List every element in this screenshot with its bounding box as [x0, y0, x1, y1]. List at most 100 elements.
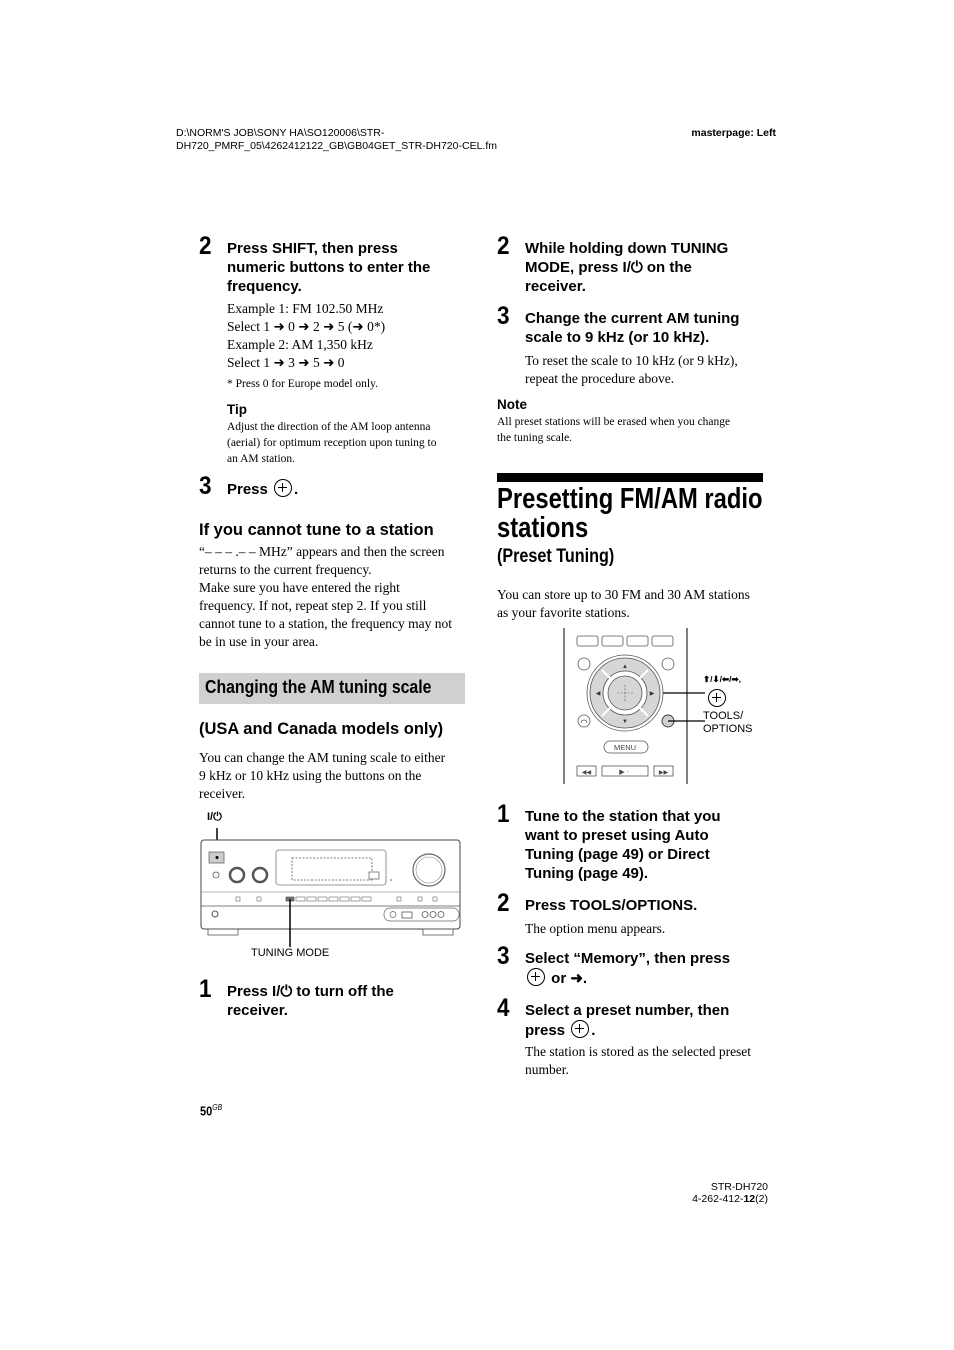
- receiver-front-panel-illustration: [200, 828, 461, 947]
- enter-icon: [571, 1020, 590, 1038]
- step-title-line: or ➜.: [525, 968, 730, 988]
- cannot-tune-line: frequency. If not, repeat step 2. If you…: [199, 598, 427, 613]
- section-rule: [497, 473, 763, 482]
- step-2-title-line: receiver.: [525, 278, 586, 295]
- arrow-buttons-label: ⬆/⬇/⬅/➡,: [703, 674, 741, 684]
- preset-step-1-title: Tune to the station that you want to pre…: [525, 807, 721, 883]
- step-number-3: 3: [497, 942, 510, 970]
- step-number-1: 1: [199, 975, 212, 1003]
- period-text: .: [591, 1022, 596, 1039]
- svg-text:▶ ·: ▶ ·: [619, 768, 628, 776]
- step-body-line: The station is stored as the selected pr…: [525, 1044, 752, 1059]
- step-2-title-line: numeric buttons to enter the: [227, 259, 431, 276]
- foot-left: [207, 928, 239, 936]
- step-title-line: want to preset using Auto: [525, 827, 709, 844]
- preset-intro: You can store up to 30 FM and 30 AM stat…: [497, 586, 750, 622]
- step-3-title-line: Change the current AM tuning: [525, 310, 740, 327]
- step-title-line: Tuning (page 49).: [525, 865, 649, 882]
- step-2-title-line: MODE, press I/⏻ on the: [525, 259, 692, 276]
- step-title-line: Select a preset number, then: [525, 1002, 730, 1019]
- preset-step-2-body: The option menu appears.: [525, 921, 666, 936]
- page-number-suffix: GB: [212, 1103, 223, 1112]
- section-heading: Changing the AM tuning scale: [205, 677, 432, 697]
- step-1-title-line: Press I/⏻ to turn off the: [227, 983, 394, 1000]
- cannot-tune-heading: If you cannot tune to a station: [199, 521, 434, 539]
- step-3-body-line: To reset the scale to 10 kHz (or 9 kHz),: [525, 353, 738, 368]
- example-line: Example 1: FM 102.50 MHz: [227, 301, 384, 316]
- step-1-title: Press I/⏻ to turn off the receiver.: [227, 982, 394, 1020]
- am-scale-intro: You can change the AM tuning scale to ei…: [199, 749, 445, 803]
- cannot-tune-text: “– – – .– – MHz” appears and then the sc…: [199, 543, 452, 651]
- code-prefix: 4-262-412-: [692, 1193, 744, 1205]
- file-path-line-2: DH720_PMRF_05\4262412122_GB\GB04GET_STR-…: [176, 140, 497, 152]
- svg-text:▼: ▼: [622, 719, 628, 725]
- color-button: [626, 635, 649, 647]
- cannot-tune-line: Make sure you have entered the right: [199, 580, 400, 595]
- masterpage-label: masterpage: Left: [691, 127, 776, 139]
- color-button: [601, 635, 624, 647]
- step-2-title-line: While holding down TUNING: [525, 240, 729, 257]
- or-text: or: [551, 970, 567, 987]
- page-subtitle: (Preset Tuning): [497, 546, 615, 567]
- step-title-line: Tuning (page 49) or Direct: [525, 846, 710, 863]
- step-number-4: 4: [497, 994, 510, 1022]
- enter-icon: [708, 689, 726, 707]
- page-number: 50GB: [200, 1103, 222, 1118]
- preset-step-3-title: Select “Memory”, then press or ➜.: [525, 949, 730, 988]
- step-3-prefix: Press: [227, 481, 268, 498]
- step-number-3: 3: [199, 472, 212, 500]
- page-number-value: 50: [200, 1103, 213, 1119]
- step-3-title: Change the current AM tuning scale to 9 …: [525, 309, 739, 347]
- svg-text:▶: ▶: [650, 691, 655, 697]
- enter-icon: [527, 968, 545, 986]
- section-heading-bar: Changing the AM tuning scale: [199, 673, 465, 704]
- step-number-1: 1: [497, 800, 510, 828]
- press-text: press: [525, 1022, 566, 1039]
- models-note: (USA and Canada models only): [199, 720, 444, 738]
- intro-line: as your favorite stations.: [497, 605, 630, 620]
- svg-text:◀◀: ◀◀: [582, 770, 592, 776]
- preset-step-4-body: The station is stored as the selected pr…: [525, 1043, 751, 1079]
- example-line: Select 1 ➜ 3 ➜ 5 ➜ 0: [227, 355, 345, 370]
- step-3-suffix: .: [294, 481, 299, 498]
- note-line: All preset stations will be erased when …: [497, 416, 731, 428]
- intro-line: 9 kHz or 10 kHz using the buttons on the: [199, 768, 422, 783]
- step-3-title: Press .: [227, 479, 298, 499]
- tools-label-line: TOOLS/: [703, 710, 744, 722]
- tools-label-line: OPTIONS: [703, 723, 753, 735]
- example-line: Select 1 ➜ 0 ➜ 2 ➜ 5 (➜ 0*): [227, 319, 386, 334]
- step-title-line: press .: [525, 1020, 729, 1040]
- tip-line: (aerial) for optimum reception upon tuni…: [227, 437, 437, 449]
- tip-line: Adjust the direction of the AM loop ante…: [227, 421, 431, 433]
- tools-options-label: TOOLS/ OPTIONS: [703, 710, 753, 736]
- example-line: Example 2: AM 1,350 kHz: [227, 337, 373, 352]
- note-label: Note: [497, 397, 527, 412]
- step-number-2: 2: [199, 232, 212, 260]
- tip-text: Adjust the direction of the AM loop ante…: [227, 419, 437, 467]
- document-code: 4-262-412-12(2): [692, 1193, 768, 1205]
- code-bold: 12: [743, 1193, 756, 1205]
- intro-line: receiver.: [199, 786, 246, 801]
- step-1-title-line: receiver.: [227, 1002, 288, 1019]
- step-number-2: 2: [497, 889, 510, 917]
- file-path-header: D:\NORM'S JOB\SONY HA\SO120006\STR- DH72…: [176, 127, 497, 153]
- remote-control-illustration: ▲ ▼ ◀ ▶ ◀◀ ▶ · ▶▶: [563, 628, 705, 784]
- preset-step-4-title: Select a preset number, then press .: [525, 1001, 729, 1040]
- svg-text:◀: ◀: [596, 691, 601, 697]
- europe-footnote: * Press 0 for Europe model only.: [227, 378, 378, 390]
- model-number: STR-DH720: [710, 1181, 768, 1193]
- cannot-tune-line: “– – – .– – MHz” appears and then the sc…: [199, 544, 445, 559]
- cannot-tune-line: cannot tune to a station, the frequency …: [199, 616, 453, 631]
- cannot-tune-line: returns to the current frequency.: [199, 562, 372, 577]
- foot-right: [422, 928, 454, 936]
- step-3-body-line: repeat the procedure above.: [525, 371, 675, 386]
- return-button: [577, 714, 591, 728]
- display-window: [275, 849, 387, 886]
- step-body-line: number.: [525, 1062, 569, 1077]
- step-title-line: Select “Memory”, then press: [525, 950, 731, 967]
- file-path-line-1: D:\NORM'S JOB\SONY HA\SO120006\STR-: [176, 127, 385, 139]
- step-number-2: 2: [497, 232, 510, 260]
- page-title: Presetting FM/AM radio stations: [497, 485, 763, 543]
- svg-text:▶▶: ▶▶: [659, 770, 669, 776]
- tip-label: Tip: [227, 402, 247, 417]
